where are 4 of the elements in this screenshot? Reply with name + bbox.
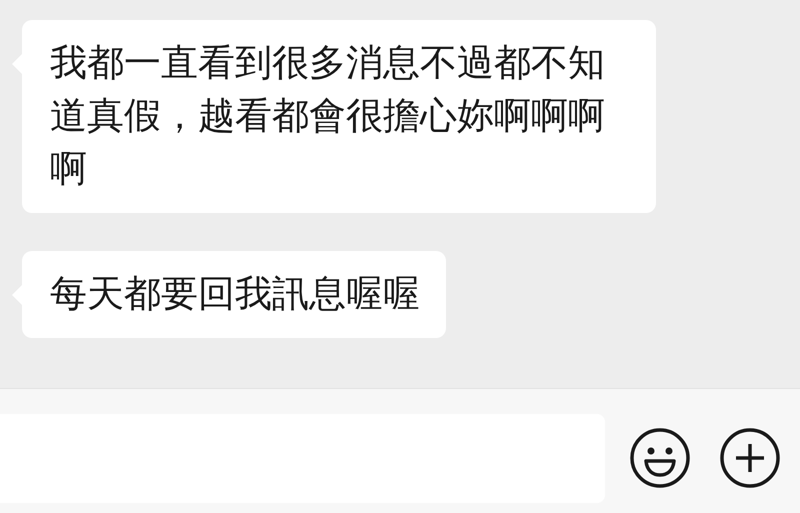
emoji-icon[interactable] xyxy=(629,427,691,489)
message-text: 每天都要回我訊息喔喔 xyxy=(50,271,420,317)
plus-icon[interactable] xyxy=(719,427,781,489)
message-text: 我都一直看到很多消息不過都不知道真假，越看都會很擔心妳啊啊啊啊 xyxy=(50,40,606,192)
